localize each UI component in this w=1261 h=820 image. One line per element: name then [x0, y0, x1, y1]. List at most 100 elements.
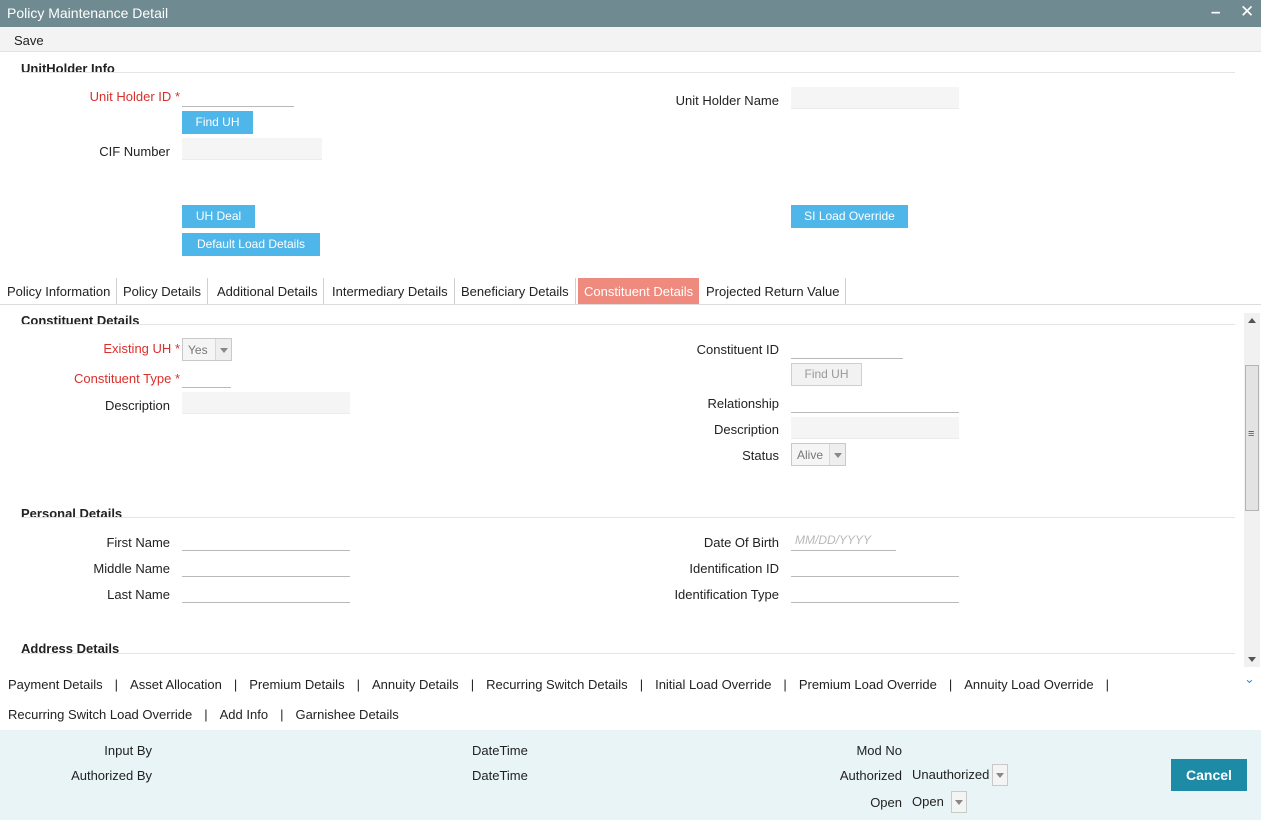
- mod-no-label: Mod No: [856, 743, 902, 758]
- authorized-by-label: Authorized By: [71, 768, 152, 783]
- section-divider: [21, 72, 1235, 73]
- authorized-value: Unauthorized: [912, 767, 990, 782]
- link-garnishee-details[interactable]: Garnishee Details: [295, 707, 398, 722]
- constituent-type-label-text: Constituent Type: [73, 371, 172, 386]
- constituent-type-input[interactable]: [182, 366, 231, 388]
- tab-bar: Policy Information Policy Details Additi…: [0, 278, 1261, 305]
- link-add-info[interactable]: Add Info: [220, 707, 268, 722]
- middle-name-input[interactable]: [182, 555, 350, 577]
- find-uh-constituent-button[interactable]: Find UH: [791, 363, 862, 386]
- middle-name-label: Middle Name: [93, 561, 170, 576]
- first-name-label: First Name: [106, 535, 170, 550]
- tab-policy-information[interactable]: Policy Information: [1, 278, 118, 305]
- first-name-input[interactable]: [182, 529, 350, 551]
- close-icon[interactable]: ✕: [1240, 2, 1254, 22]
- status-value: Alive: [797, 448, 824, 462]
- section-title-constituent: Constituent Details: [21, 313, 140, 328]
- section-divider: [21, 324, 1235, 325]
- unit-holder-name-label: Unit Holder Name: [675, 93, 779, 108]
- unit-holder-id-label: Unit Holder ID *: [90, 89, 180, 104]
- link-separator: |: [948, 677, 953, 692]
- cif-number-label: CIF Number: [99, 144, 170, 159]
- tab-policy-details[interactable]: Policy Details: [117, 278, 209, 305]
- datetime-label-2: DateTime: [472, 768, 528, 783]
- minimize-icon[interactable]: –: [1211, 2, 1220, 22]
- link-asset-allocation[interactable]: Asset Allocation: [130, 677, 222, 692]
- chevron-down-icon: [215, 339, 231, 360]
- link-separator: |: [233, 677, 238, 692]
- chevron-down-icon[interactable]: ⌄: [1244, 671, 1255, 687]
- unit-holder-name-input[interactable]: [791, 87, 959, 109]
- tab-additional-details[interactable]: Additional Details: [211, 278, 325, 305]
- cif-number-input[interactable]: [182, 138, 322, 160]
- tab-intermediary-details[interactable]: Intermediary Details: [326, 278, 455, 305]
- link-initial-load-override[interactable]: Initial Load Override: [655, 677, 771, 692]
- input-by-label: Input By: [104, 743, 152, 758]
- section-title-unitholder: UnitHolder Info: [21, 61, 115, 76]
- existing-uh-select[interactable]: Yes: [182, 338, 232, 361]
- identification-id-input[interactable]: [791, 555, 959, 577]
- unit-holder-id-input[interactable]: [182, 85, 294, 107]
- link-annuity-load-override[interactable]: Annuity Load Override: [964, 677, 1093, 692]
- chevron-down-icon: [992, 764, 1008, 786]
- constituent-id-input[interactable]: [791, 337, 903, 359]
- identification-type-label: Identification Type: [674, 587, 779, 602]
- relationship-input[interactable]: [791, 391, 959, 413]
- tab-projected-return-value[interactable]: Projected Return Value: [700, 278, 847, 305]
- scroll-up-icon[interactable]: [1248, 318, 1256, 323]
- save-menu-item[interactable]: Save: [14, 33, 44, 48]
- link-separator: |: [783, 677, 787, 692]
- link-payment-details[interactable]: Payment Details: [8, 677, 103, 692]
- audit-footer: Input By DateTime Mod No Authorized By D…: [0, 730, 1261, 820]
- si-load-override-button[interactable]: SI Load Override: [791, 205, 908, 228]
- last-name-label: Last Name: [107, 587, 170, 602]
- authorized-select[interactable]: Unauthorized: [912, 764, 1009, 786]
- link-separator: |: [639, 677, 644, 692]
- cancel-button[interactable]: Cancel: [1171, 759, 1247, 791]
- sub-screen-links-row2: Recurring Switch Load Override | Add Info |…: [8, 707, 399, 722]
- constituent-id-label: Constituent ID: [696, 342, 779, 357]
- link-recurring-switch-details[interactable]: Recurring Switch Details: [486, 677, 628, 692]
- window-titlebar: Policy Maintenance Detail – ✕: [0, 0, 1261, 27]
- scroll-down-icon[interactable]: [1248, 657, 1256, 662]
- description2-label: Description: [713, 422, 779, 437]
- section-divider: [21, 517, 1235, 518]
- link-annuity-details[interactable]: Annuity Details: [372, 677, 459, 692]
- scrollbar-thumb[interactable]: [1245, 365, 1259, 511]
- find-uh-button[interactable]: Find UH: [182, 111, 253, 134]
- vertical-scrollbar[interactable]: [1244, 313, 1260, 667]
- existing-uh-value: Yes: [188, 343, 208, 357]
- unit-holder-id-label-text: Unit Holder ID: [89, 89, 172, 104]
- link-recurring-switch-load-override[interactable]: Recurring Switch Load Override: [8, 707, 192, 722]
- link-separator: |: [470, 677, 475, 692]
- existing-uh-label: Existing UH *: [103, 341, 180, 356]
- date-of-birth-input[interactable]: [791, 529, 896, 551]
- link-separator: |: [114, 677, 119, 692]
- status-select[interactable]: Alive: [791, 443, 846, 466]
- required-icon: *: [174, 371, 180, 386]
- section-title-personal: Personal Details: [21, 506, 123, 521]
- description-input[interactable]: [182, 392, 350, 414]
- open-select[interactable]: Open: [912, 791, 969, 813]
- identification-type-input[interactable]: [791, 581, 959, 603]
- sub-screen-links-row1: Payment Details | Asset Allocation | Premium…: [8, 677, 1121, 692]
- tab-constituent-details[interactable]: Constituent Details: [578, 278, 700, 305]
- required-icon: *: [174, 89, 180, 104]
- identification-id-label: Identification ID: [689, 561, 779, 576]
- default-load-details-button[interactable]: Default Load Details: [182, 233, 320, 256]
- link-premium-details[interactable]: Premium Details: [249, 677, 344, 692]
- tab-beneficiary-details[interactable]: Beneficiary Details: [455, 278, 576, 305]
- status-label: Status: [742, 448, 779, 463]
- authorized-label: Authorized: [839, 768, 902, 783]
- description-label: Description: [104, 398, 170, 413]
- existing-uh-label-text: Existing UH: [103, 341, 172, 356]
- open-label: Open: [870, 795, 902, 810]
- uh-deal-button[interactable]: UH Deal: [182, 205, 255, 228]
- link-separator: |: [356, 677, 360, 692]
- description2-input[interactable]: [791, 417, 959, 439]
- datetime-label: DateTime: [472, 743, 528, 758]
- link-premium-load-override[interactable]: Premium Load Override: [799, 677, 937, 692]
- required-icon: *: [174, 341, 180, 356]
- last-name-input[interactable]: [182, 581, 350, 603]
- date-of-birth-label: Date Of Birth: [703, 535, 779, 550]
